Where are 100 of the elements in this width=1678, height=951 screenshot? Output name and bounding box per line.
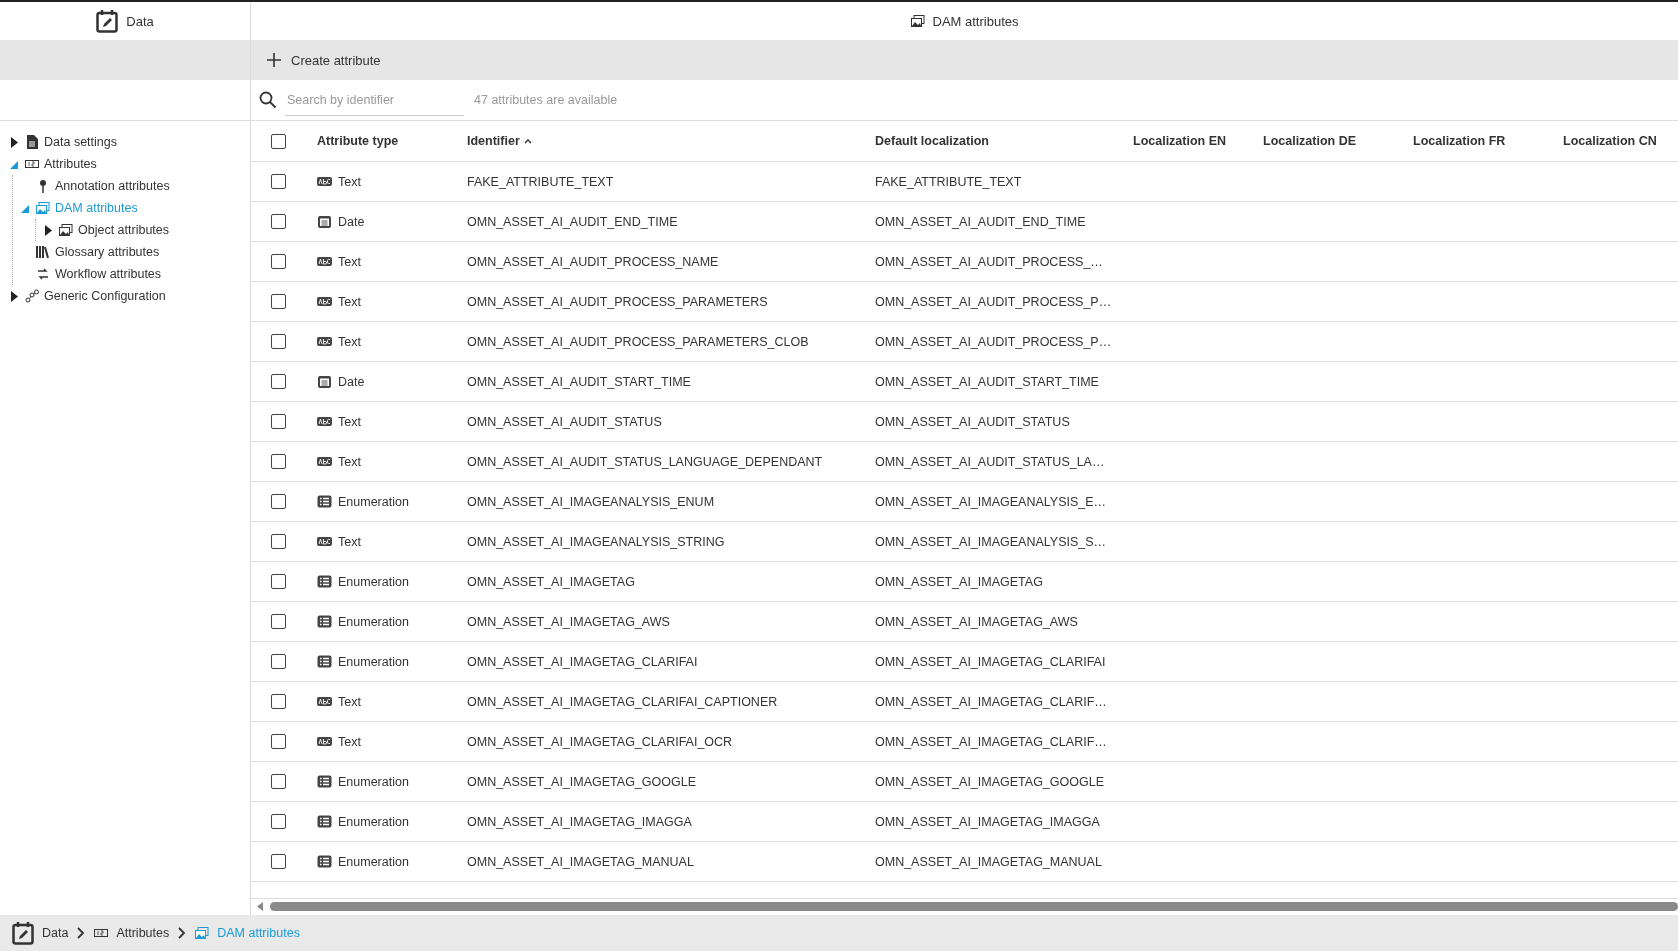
column-header[interactable]: Default localization [864,134,1122,148]
table-cell-text: OMN_ASSET_AI_AUDIT_PROCESS_… [874,254,1104,269]
table-cell-text: OMN_ASSET_AI_AUDIT_END_TIME [466,214,679,229]
row-checkbox[interactable] [271,374,286,389]
row-checkbox[interactable] [271,694,286,709]
tree-item[interactable]: Workflow attributes [55,267,162,281]
table-cell-text: OMN_ASSET_AI_AUDIT_PROCESS_NAME [466,254,720,269]
table-cell: Enumeration [338,814,409,829]
tree-item[interactable]: Data settings [44,135,117,149]
table-cell: Date [338,374,365,389]
plus-icon [267,53,281,67]
table-cell: Enumeration [338,614,409,629]
table-cell-text: OMN_ASSET_AI_IMAGETAG [874,574,1044,589]
row-checkbox[interactable] [271,494,286,509]
column-header[interactable]: Localization FR [1402,134,1552,148]
images-icon [36,201,50,215]
table-cell-text: FAKE_ATTRIBUTE_TEXT [874,174,1023,189]
table-cell-text: OMN_ASSET_AI_AUDIT_STATUS [466,414,663,429]
table-cell-text: OMN_ASSET_AI_IMAGETAG_AWS [874,614,1079,629]
column-header[interactable]: Localization DE [1252,134,1402,148]
row-checkbox[interactable] [271,294,286,309]
panel-title: Data [126,13,154,29]
panel-title: DAM attributes [932,13,1019,29]
table-cell: Text [338,174,361,189]
table-cell-text: OMN_ASSET_AI_IMAGEANALYSIS_STRING [466,534,726,549]
calendar-edit-icon [12,921,34,945]
table-cell: Date [338,214,365,229]
row-checkbox[interactable] [271,854,286,869]
list-icon [317,775,332,788]
tree-item[interactable]: Generic Configuration [44,289,166,303]
row-checkbox[interactable] [271,734,286,749]
table-cell-text: OMN_ASSET_AI_IMAGETAG_MANUAL [874,854,1103,869]
images-icon [59,223,73,237]
row-checkbox[interactable] [271,534,286,549]
breadcrumb-link[interactable]: Attributes [116,926,170,940]
table-cell-text: FAKE_ATTRIBUTE_TEXT [466,174,615,189]
number-field-icon [25,157,39,171]
text-type-icon [317,455,332,468]
table-cell: Enumeration [338,494,409,509]
expander-icon[interactable] [9,290,19,302]
list-icon [317,615,332,628]
tree-item[interactable]: Annotation attributes [55,179,170,193]
table-cell-text: OMN_ASSET_AI_AUDIT_START_TIME [874,374,1100,389]
row-checkbox[interactable] [271,214,286,229]
table-cell-text: OMN_ASSET_AI_IMAGETAG_CLARIF… [874,694,1108,709]
list-icon [317,855,332,868]
search-icon [259,91,277,109]
row-checkbox[interactable] [271,454,286,469]
row-checkbox[interactable] [271,614,286,629]
column-header[interactable]: Localization CN [1552,134,1678,148]
tree-item[interactable]: Glossary attributes [55,245,160,259]
row-checkbox[interactable] [271,414,286,429]
table-cell: Text [338,454,361,469]
text-type-icon [317,415,332,428]
expander-icon[interactable] [43,224,53,236]
row-checkbox[interactable] [271,174,286,189]
scroll-left-icon[interactable] [257,901,264,911]
row-checkbox[interactable] [271,654,286,669]
table-cell-text: OMN_ASSET_AI_IMAGETAG [466,574,636,589]
table-cell: Enumeration [338,654,409,669]
row-checkbox[interactable] [271,774,286,789]
text-type-icon [317,735,332,748]
list-icon [317,815,332,828]
text-type-icon [317,695,332,708]
table-cell: Enumeration [338,774,409,789]
table-cell-text: OMN_ASSET_AI_AUDIT_STATUS [874,414,1071,429]
row-checkbox[interactable] [271,574,286,589]
document-icon [25,135,39,149]
create-attribute-button[interactable]: Create attribute [267,48,381,72]
table-cell-text: OMN_ASSET_AI_AUDIT_END_TIME [874,214,1087,229]
tree-item[interactable]: Attributes [44,157,97,171]
column-header[interactable]: Localization EN [1122,134,1252,148]
breadcrumb-link[interactable]: Data [42,926,69,940]
column-header[interactable]: Identifier [456,134,864,148]
table-cell-text: OMN_ASSET_AI_IMAGEANALYSIS_ENUM [466,494,716,509]
table-cell: Text [338,254,361,269]
table-cell-text: OMN_ASSET_AI_IMAGETAG_CLARIFAI_CAPTIONER [466,694,779,709]
number-field-icon [94,926,109,940]
table-cell-text: OMN_ASSET_AI_IMAGETAG_MANUAL [466,854,695,869]
images-icon [195,926,210,940]
table-cell: Text [338,334,361,349]
select-all-checkbox[interactable] [271,133,286,149]
table-cell-text: OMN_ASSET_AI_AUDIT_STATUS_LA… [874,454,1106,469]
connection-icon [25,289,39,303]
table-cell: Text [338,414,361,429]
row-checkbox[interactable] [271,814,286,829]
column-header[interactable]: Attribute type [306,134,456,148]
table-cell: Text [338,694,361,709]
expander-icon[interactable] [9,136,19,148]
row-checkbox[interactable] [271,254,286,269]
text-type-icon [317,255,332,268]
row-checkbox[interactable] [271,334,286,349]
table-cell-text: OMN_ASSET_AI_AUDIT_PROCESS_PARAMETERS [466,294,769,309]
scrollbar-thumb[interactable] [270,901,1678,911]
table-cell-text: OMN_ASSET_AI_IMAGETAG_CLARIFAI [874,654,1107,669]
table-cell: Text [338,534,361,549]
tree-item[interactable]: Object attributes [78,223,169,237]
chevron-right-icon [76,927,87,939]
table-cell-text: OMN_ASSET_AI_AUDIT_PROCESS_PARAMETERS_CLOB [466,334,810,349]
table-cell-text: OMN_ASSET_AI_IMAGETAG_IMAGGA [874,814,1101,829]
